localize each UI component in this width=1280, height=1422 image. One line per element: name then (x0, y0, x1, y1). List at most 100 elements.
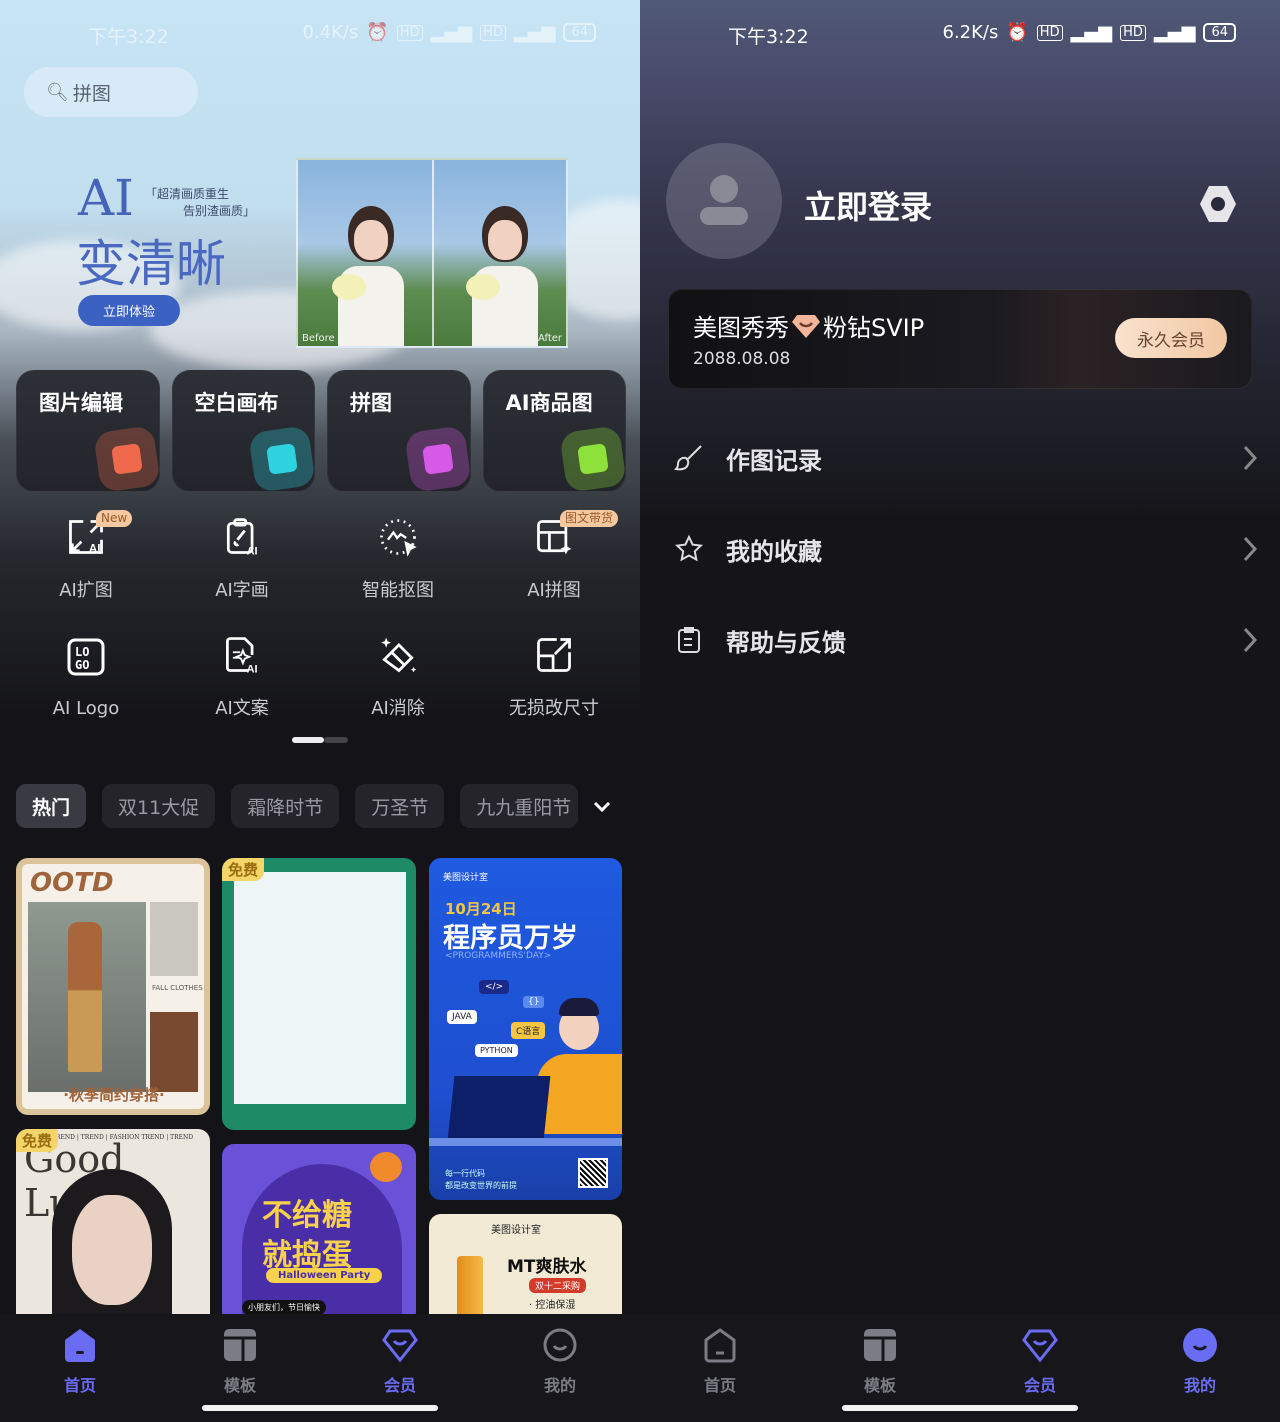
nav-label: 我的 (543, 1376, 576, 1395)
nav-profile[interactable]: 我的 (1120, 1314, 1280, 1422)
category-tab-hot[interactable]: 热门 (16, 784, 87, 828)
ai-tools-grid: AI New AI扩图 AI AI字画 智能抠图 图文带货 AI拼图 LO GO … (8, 510, 632, 720)
menu-item-favorites[interactable]: 我的收藏 (640, 519, 1280, 579)
chevron-down-icon[interactable] (590, 794, 614, 818)
gesture-bar[interactable] (202, 1405, 438, 1411)
footer-line: 每一行代码 (445, 1169, 485, 1178)
tile-ai-product[interactable]: AI商品图 (482, 370, 627, 493)
login-link[interactable]: 立即登录 (804, 182, 932, 228)
hd-icon: HD (1036, 24, 1063, 41)
tool-smart-cutout[interactable]: 智能抠图 (320, 510, 476, 602)
toner-title: MT爽肤水 (507, 1257, 587, 1277)
search-placeholder: 拼图 (72, 82, 111, 105)
template-icon (224, 1329, 256, 1361)
banner-title-main: 变清晰 (76, 235, 226, 293)
ai-copywriting-icon: AI (226, 637, 258, 675)
nav-profile[interactable]: 我的 (480, 1314, 640, 1422)
nav-label: 模板 (863, 1376, 896, 1395)
template-card-blank[interactable]: 免费 (222, 858, 416, 1130)
status-time: 下午3:22 (88, 26, 169, 48)
page-dot-active (292, 737, 324, 743)
svg-text:GO: GO (75, 658, 89, 672)
clipboard-icon (678, 627, 700, 653)
vip-brand: 美图秀秀 (693, 314, 789, 342)
promo-badge: 图文带货 (560, 510, 619, 527)
tool-ai-expand[interactable]: AI New AI扩图 (8, 510, 164, 602)
nav-label: 会员 (1023, 1376, 1056, 1395)
template-card-programmer[interactable]: 美图设计室 10月24日 程序员万岁 <PROGRAMMERS'DAY> </>… (429, 858, 622, 1200)
tool-label: AI Logo (52, 698, 120, 719)
smart-cutout-icon (380, 519, 417, 557)
halloween-footer: 小朋友们，节日愉快 (242, 1300, 326, 1315)
avatar[interactable] (666, 143, 782, 259)
template-card-halloween[interactable]: 不给糖 就捣蛋 Halloween Party 小朋友们，节日愉快 (222, 1144, 416, 1324)
template-card-ootd[interactable]: OOTD FALL CLOTHES ·秋季简约穿搭· (16, 858, 210, 1115)
menu-item-history[interactable]: 作图记录 (640, 428, 1280, 488)
before-after-image: Before After (296, 158, 568, 348)
hd-icon: HD (1120, 24, 1146, 41)
tile-image-edit[interactable]: 图片编辑 (16, 370, 161, 493)
star-icon (674, 534, 704, 562)
gesture-bar[interactable] (842, 1405, 1078, 1411)
profile-icon (1183, 1328, 1217, 1362)
tool-label: AI扩图 (59, 580, 113, 601)
tool-label: 智能抠图 (362, 580, 434, 601)
pumpkin-icon (370, 1152, 402, 1182)
category-tabs: 热门 双11大促 霜降时节 万圣节 九九重阳节 (16, 783, 579, 829)
chevron-right-icon (1243, 536, 1258, 562)
home-screen: 下午3:22 0.4K/s ⏰ HD ▂▄▆ HD ▂▄▆ 64 🔍︎ 拼图 A… (0, 0, 640, 1422)
template-card-good-luck[interactable]: TREND | TREND | FASHION TREND | TREND Go… (16, 1129, 210, 1329)
network-speed: 6.2K/s (942, 22, 999, 43)
tool-label: AI文案 (215, 698, 269, 719)
nav-home[interactable]: 首页 (0, 1314, 160, 1422)
status-bar: 下午3:22 6.2K/s ⏰ HD ▂▄▆ HD ▂▄▆ 64 (640, 22, 1280, 50)
banner-title-ai: AI (78, 169, 134, 227)
vip-tier: 粉钻SVIP (823, 314, 925, 342)
nav-home[interactable]: 首页 (640, 1314, 800, 1422)
lifetime-member-button[interactable]: 永久会员 (1115, 318, 1227, 358)
programmer-subtitle: <PROGRAMMERS'DAY> (445, 951, 552, 961)
image-edit-icon (92, 425, 161, 493)
brush-icon (674, 445, 702, 471)
battery-icon: 64 (1203, 23, 1236, 42)
menu-item-help[interactable]: 帮助与反馈 (640, 610, 1280, 670)
before-label: Before (302, 333, 335, 344)
category-tab[interactable]: 霜降时节 (231, 784, 340, 828)
ootd-side-text: FALL CLOTHES (152, 984, 203, 992)
signal-icon: ▂▄▆ (513, 22, 556, 43)
tool-ai-copywriting[interactable]: AI AI文案 (164, 628, 320, 720)
tool-ai-calligraphy[interactable]: AI AI字画 (164, 510, 320, 602)
try-now-button[interactable]: 立即体验 (78, 295, 180, 326)
status-bar: 下午3:22 0.4K/s ⏰ HD ▂▄▆ HD ▂▄▆ 64 (0, 22, 640, 50)
nav-label: 首页 (63, 1376, 96, 1395)
profile-icon (543, 1328, 577, 1362)
tile-label: AI商品图 (505, 391, 593, 415)
shopping-bag-icon (559, 425, 627, 493)
vip-card[interactable]: 美图秀秀 粉钻SVIP 2088.08.08 永久会员 (668, 289, 1252, 389)
category-tab[interactable]: 九九重阳节 (460, 784, 579, 828)
category-tab[interactable]: 万圣节 (355, 784, 445, 828)
tool-resize[interactable]: 无损改尺寸 (476, 628, 632, 720)
tile-collage[interactable]: 拼图 (327, 370, 472, 493)
tile-blank-canvas[interactable]: 空白画布 (171, 370, 316, 493)
toner-feature: · 控油保湿 (529, 1300, 576, 1311)
menu-label: 作图记录 (726, 446, 822, 475)
collage-icon (403, 425, 472, 493)
tool-ai-eraser[interactable]: AI消除 (320, 628, 476, 720)
tool-ai-collage[interactable]: 图文带货 AI拼图 (476, 510, 632, 602)
signal-icon: ▂▄▆ (1153, 22, 1196, 43)
settings-icon[interactable] (1196, 182, 1240, 226)
code-tag: C语言 (511, 1022, 546, 1039)
code-tag: </> (479, 980, 510, 994)
ai-logo-icon: LOGO (67, 638, 105, 676)
alarm-icon: ⏰ (366, 22, 389, 43)
free-badge: 免费 (16, 1129, 59, 1152)
search-input[interactable]: 🔍︎ 拼图 (24, 67, 198, 117)
category-tab[interactable]: 双11大促 (102, 784, 216, 828)
banner-subtitle-line: 告别渣画质」 (182, 204, 255, 218)
tool-ai-logo[interactable]: LO GO AI Logo (8, 628, 164, 720)
tool-label: 无损改尺寸 (509, 698, 599, 719)
new-badge: New (96, 510, 133, 527)
halloween-title-1: 不给糖 (262, 1198, 352, 1233)
home-icon (704, 1328, 736, 1363)
